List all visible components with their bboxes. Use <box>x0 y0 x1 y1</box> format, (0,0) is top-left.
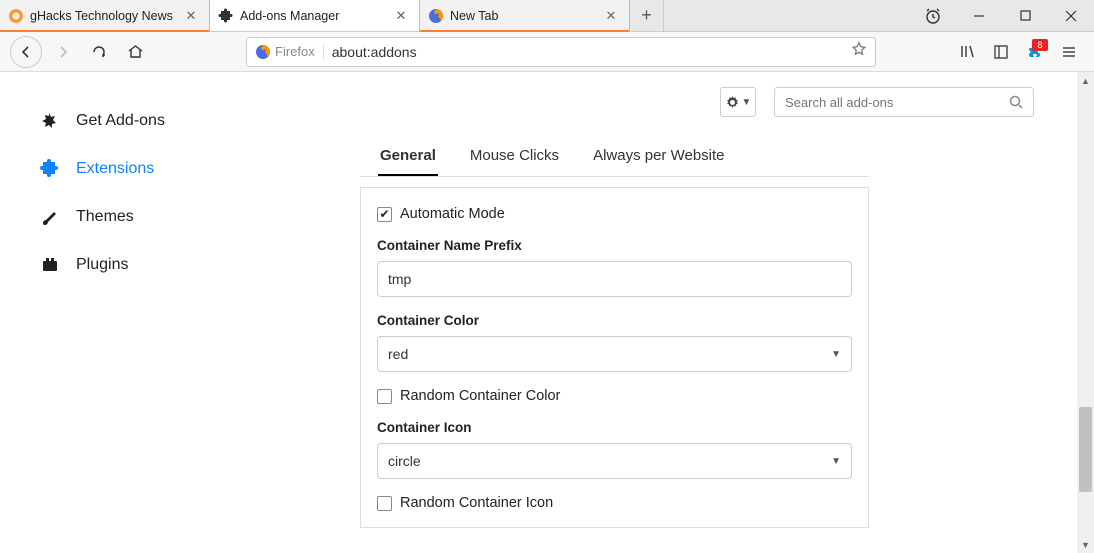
brush-icon <box>38 205 62 229</box>
color-label: Container Color <box>377 313 852 328</box>
scroll-down-icon[interactable]: ▼ <box>1077 536 1094 553</box>
random-color-label: Random Container Color <box>400 388 560 404</box>
sidebar-item-plugins[interactable]: Plugins <box>38 241 360 289</box>
tab-label: Add-ons Manager <box>240 9 387 23</box>
identity-label: Firefox <box>275 44 315 59</box>
extension-option-tabs: General Mouse Clicks Always per Website <box>378 137 851 176</box>
addons-page: Get Add-ons Extensions Themes Plugins ▼ <box>0 72 1094 553</box>
color-value: red <box>388 346 408 362</box>
scroll-up-icon[interactable]: ▲ <box>1077 72 1094 89</box>
tools-button[interactable]: ▼ <box>720 87 756 117</box>
random-color-row[interactable]: Random Container Color <box>377 388 852 404</box>
sidebar-item-label: Themes <box>76 208 134 226</box>
automatic-mode-checkbox[interactable]: ✔ <box>377 207 392 222</box>
plugin-icon <box>38 253 62 277</box>
chevron-down-icon: ▼ <box>742 97 752 108</box>
forward-button[interactable] <box>48 37 78 67</box>
random-color-checkbox[interactable] <box>377 389 392 404</box>
minimize-button[interactable] <box>956 0 1002 32</box>
tab-general[interactable]: General <box>378 137 438 176</box>
close-icon[interactable]: ✕ <box>393 8 409 24</box>
browser-tab-addons[interactable]: Add-ons Manager ✕ <box>210 0 420 31</box>
search-addons-input[interactable] <box>785 95 1009 110</box>
prefix-label: Container Name Prefix <box>377 238 852 253</box>
getaddons-icon <box>38 109 62 133</box>
close-window-button[interactable] <box>1048 0 1094 32</box>
alarm-icon[interactable] <box>910 7 956 25</box>
sidebar-item-label: Extensions <box>76 160 154 178</box>
chevron-down-icon: ▼ <box>831 456 841 467</box>
automatic-mode-row[interactable]: ✔ Automatic Mode <box>377 206 852 222</box>
random-icon-checkbox[interactable] <box>377 496 392 511</box>
bookmark-star-icon[interactable] <box>851 41 867 62</box>
back-button[interactable] <box>10 36 42 68</box>
sidebar-item-getaddons[interactable]: Get Add-ons <box>38 97 360 145</box>
tab-label: New Tab <box>450 9 597 23</box>
puzzle-icon <box>218 8 234 24</box>
tab-strip: gHacks Technology News ✕ Add-ons Manager… <box>0 0 1094 32</box>
maximize-button[interactable] <box>1002 0 1048 32</box>
chevron-down-icon: ▼ <box>831 349 841 360</box>
browser-tab-ghacks[interactable]: gHacks Technology News ✕ <box>0 0 210 31</box>
nav-toolbar: Firefox <box>0 32 1094 72</box>
vertical-scrollbar[interactable]: ▲ ▼ <box>1077 72 1094 553</box>
random-icon-row[interactable]: Random Container Icon <box>377 495 852 511</box>
new-tab-button[interactable]: + <box>630 0 664 31</box>
url-input[interactable] <box>332 44 843 60</box>
url-bar[interactable]: Firefox <box>246 37 876 67</box>
sidebar-item-label: Get Add-ons <box>76 112 165 130</box>
general-panel: ✔ Automatic Mode Container Name Prefix C… <box>360 187 869 528</box>
search-icon <box>1009 95 1023 109</box>
browser-tab-newtab[interactable]: New Tab ✕ <box>420 0 630 31</box>
automatic-mode-label: Automatic Mode <box>400 206 505 222</box>
sidebar-item-themes[interactable]: Themes <box>38 193 360 241</box>
addons-main: ▼ General Mouse Clicks Always per Websit… <box>360 72 1094 553</box>
identity-box[interactable]: Firefox <box>255 44 324 60</box>
ghacks-favicon <box>8 8 24 24</box>
library-icon[interactable] <box>952 37 982 67</box>
extension-badge-icon[interactable] <box>1020 37 1050 67</box>
random-icon-label: Random Container Icon <box>400 495 553 511</box>
prefix-input[interactable] <box>377 261 852 297</box>
icon-value: circle <box>388 453 421 469</box>
tab-mouse-clicks[interactable]: Mouse Clicks <box>468 137 561 176</box>
addons-sidebar: Get Add-ons Extensions Themes Plugins <box>0 72 360 553</box>
sidebar-icon[interactable] <box>986 37 1016 67</box>
reload-button[interactable] <box>84 37 114 67</box>
icon-label: Container Icon <box>377 420 852 435</box>
close-icon[interactable]: ✕ <box>183 8 199 24</box>
icon-select[interactable]: circle ▼ <box>377 443 852 479</box>
sidebar-item-extensions[interactable]: Extensions <box>38 145 360 193</box>
close-icon[interactable]: ✕ <box>603 8 619 24</box>
tab-always-per-website[interactable]: Always per Website <box>591 137 726 176</box>
search-addons-box[interactable] <box>774 87 1034 117</box>
puzzle-icon <box>38 157 62 181</box>
tab-label: gHacks Technology News <box>30 9 177 23</box>
sidebar-item-label: Plugins <box>76 256 128 274</box>
scrollbar-thumb[interactable] <box>1079 407 1092 492</box>
menu-icon[interactable] <box>1054 37 1084 67</box>
color-select[interactable]: red ▼ <box>377 336 852 372</box>
firefox-icon <box>428 8 444 24</box>
home-button[interactable] <box>120 37 150 67</box>
